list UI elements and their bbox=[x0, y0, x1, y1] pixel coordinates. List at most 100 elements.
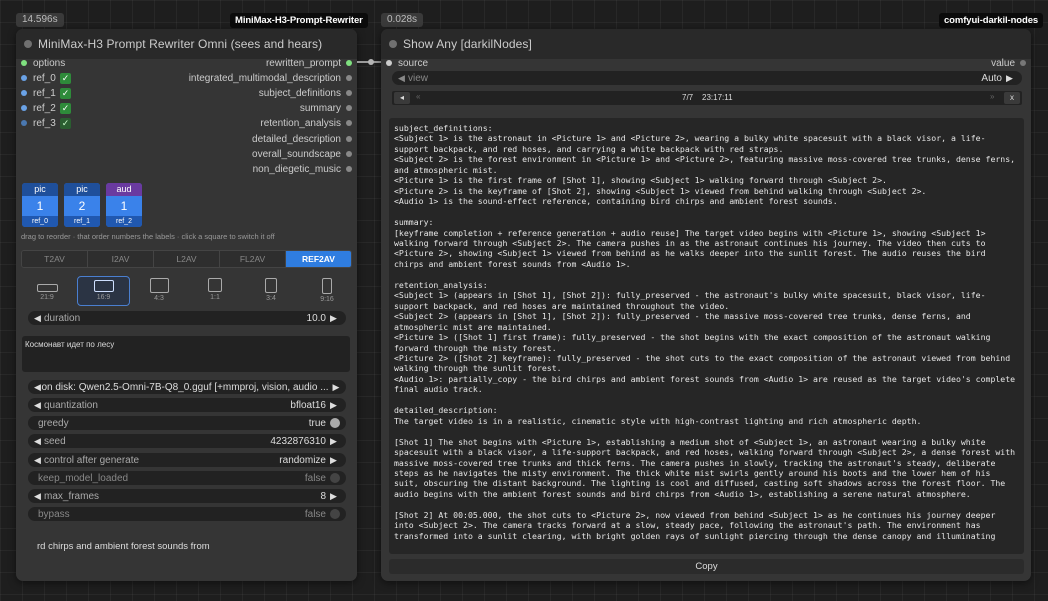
aspect-shape-icon bbox=[36, 284, 58, 292]
output-retention-analysis[interactable]: retention_analysis bbox=[260, 116, 352, 130]
input-socket-icon[interactable] bbox=[21, 105, 27, 111]
enable-checkbox[interactable]: ✓ bbox=[60, 102, 71, 114]
last-page-button[interactable]: » bbox=[990, 92, 994, 101]
input-ref-2[interactable]: ref_2 ✓ bbox=[21, 101, 71, 115]
increment-arrow-icon[interactable]: ▶ bbox=[330, 436, 340, 447]
ref-tile-pic-1[interactable]: pic 1 ref_0 bbox=[22, 183, 58, 227]
decrement-arrow-icon[interactable]: ◀ bbox=[34, 491, 44, 502]
collapse-dot-icon[interactable] bbox=[24, 40, 32, 48]
output-socket-icon[interactable] bbox=[346, 151, 352, 157]
text-preview-panel[interactable]: subject_definitions: <Subject 1> is the … bbox=[389, 118, 1024, 554]
view-mode-select[interactable]: ◀ view Auto ▶ bbox=[392, 71, 1022, 85]
output-rewritten-prompt[interactable]: rewritten_prompt bbox=[266, 56, 352, 70]
output-overall-soundscape[interactable]: overall_soundscape bbox=[252, 147, 352, 161]
max-frames-widget[interactable]: ◀ max_frames 8 ▶ bbox=[28, 489, 346, 503]
next-arrow-icon[interactable]: ▶ bbox=[1006, 73, 1016, 84]
control-after-generate-select[interactable]: ◀ control after generate randomize ▶ bbox=[28, 453, 346, 467]
tab-fl2av[interactable]: FL2AV bbox=[220, 251, 286, 267]
input-socket-icon[interactable] bbox=[21, 90, 27, 96]
seed-widget[interactable]: ◀ seed 4232876310 ▶ bbox=[28, 434, 346, 448]
aspect-label: 21:9 bbox=[40, 294, 54, 301]
output-socket-icon[interactable] bbox=[1020, 60, 1026, 66]
input-socket-icon[interactable] bbox=[21, 120, 27, 126]
bypass-toggle[interactable]: bypass false bbox=[28, 507, 346, 521]
output-socket-icon[interactable] bbox=[346, 105, 352, 111]
toggle-knob-icon[interactable] bbox=[330, 509, 340, 519]
output-non-diegetic-music[interactable]: non_diegetic_music bbox=[253, 162, 352, 176]
output-socket-icon[interactable] bbox=[346, 60, 352, 66]
tab-l2av[interactable]: L2AV bbox=[154, 251, 220, 267]
output-subject-definitions[interactable]: subject_definitions bbox=[259, 86, 352, 100]
aspect-9-16[interactable]: 9:16 bbox=[302, 276, 352, 306]
widget-label: max_frames bbox=[44, 490, 100, 502]
aspect-21-9[interactable]: 21:9 bbox=[22, 276, 72, 306]
output-socket-icon[interactable] bbox=[346, 166, 352, 172]
tab-t2av[interactable]: T2AV bbox=[22, 251, 88, 267]
collapse-dot-icon[interactable] bbox=[389, 40, 397, 48]
enable-checkbox[interactable]: ✓ bbox=[60, 117, 71, 129]
enable-checkbox[interactable]: ✓ bbox=[60, 72, 71, 84]
decrement-arrow-icon[interactable]: ◀ bbox=[34, 436, 44, 447]
widget-value[interactable]: 10.0 bbox=[307, 313, 330, 324]
widget-value[interactable]: Auto bbox=[981, 73, 1006, 84]
output-socket-icon[interactable] bbox=[346, 120, 352, 126]
input-socket-icon[interactable] bbox=[386, 60, 392, 66]
output-preview-snippet: rd chirps and ambient forest sounds from bbox=[37, 541, 210, 552]
node-source-badge-right: comfyui-darkil-nodes bbox=[939, 13, 1044, 28]
increment-arrow-icon[interactable]: ▶ bbox=[330, 313, 340, 324]
next-arrow-icon[interactable]: ▶ bbox=[330, 400, 340, 411]
tab-ref2av[interactable]: REF2AV bbox=[286, 251, 351, 267]
ref-tile-aud-1[interactable]: aud 1 ref_2 bbox=[106, 183, 142, 227]
widget-value[interactable]: 4232876310 bbox=[270, 436, 330, 447]
first-page-button[interactable]: « bbox=[416, 92, 420, 101]
toggle-knob-icon[interactable] bbox=[330, 418, 340, 428]
aspect-4-3[interactable]: 4:3 bbox=[134, 276, 184, 306]
output-socket-icon[interactable] bbox=[346, 136, 352, 142]
increment-arrow-icon[interactable]: ▶ bbox=[330, 491, 340, 502]
enable-checkbox[interactable]: ✓ bbox=[60, 87, 71, 99]
output-detailed-description[interactable]: detailed_description bbox=[252, 132, 352, 146]
keep-model-loaded-toggle[interactable]: keep_model_loaded false bbox=[28, 471, 346, 485]
output-socket-icon[interactable] bbox=[346, 75, 352, 81]
input-ref-1[interactable]: ref_1 ✓ bbox=[21, 86, 71, 100]
input-ref-0[interactable]: ref_0 ✓ bbox=[21, 71, 71, 85]
widget-value[interactable]: randomize bbox=[279, 455, 330, 466]
input-label: ref_2 bbox=[33, 102, 56, 114]
prev-page-button[interactable]: ◂ bbox=[394, 92, 410, 104]
input-socket-icon[interactable] bbox=[21, 60, 27, 66]
model-select[interactable]: ◀ on disk: Qwen2.5-Omni-7B-Q8_0.gguf [+m… bbox=[28, 380, 346, 394]
aspect-1-1[interactable]: 1:1 bbox=[190, 276, 240, 306]
input-ref-3[interactable]: ref_3 ✓ bbox=[21, 116, 71, 130]
output-value[interactable]: value bbox=[991, 56, 1026, 70]
prev-arrow-icon[interactable]: ◀ bbox=[398, 73, 408, 84]
input-source[interactable]: source bbox=[386, 56, 428, 70]
duration-widget[interactable]: ◀ duration 10.0 ▶ bbox=[28, 311, 346, 325]
input-socket-icon[interactable] bbox=[21, 75, 27, 81]
mode-tabs: T2AV I2AV L2AV FL2AV REF2AV bbox=[21, 250, 352, 268]
decrement-arrow-icon[interactable]: ◀ bbox=[34, 313, 44, 324]
output-integrated-multimodal-description[interactable]: integrated_multimodal_description bbox=[189, 71, 352, 85]
quantization-select[interactable]: ◀ quantization bfloat16 ▶ bbox=[28, 398, 346, 412]
next-arrow-icon[interactable]: ▶ bbox=[333, 382, 340, 393]
widget-value[interactable]: 8 bbox=[320, 491, 330, 502]
aspect-shape-icon bbox=[322, 278, 332, 294]
node-title-bar[interactable]: MiniMax-H3 Prompt Rewriter Omni (sees an… bbox=[16, 29, 357, 59]
prev-arrow-icon[interactable]: ◀ bbox=[34, 400, 44, 411]
aspect-16-9[interactable]: 16:9 bbox=[77, 276, 130, 306]
next-arrow-icon[interactable]: ▶ bbox=[330, 455, 340, 466]
node-title-bar[interactable]: Show Any [darkilNodes] bbox=[381, 29, 1031, 59]
input-options[interactable]: options bbox=[21, 56, 65, 70]
close-history-button[interactable]: x bbox=[1004, 92, 1020, 104]
widget-value[interactable]: bfloat16 bbox=[290, 400, 330, 411]
prev-arrow-icon[interactable]: ◀ bbox=[34, 382, 41, 393]
aspect-3-4[interactable]: 3:4 bbox=[246, 276, 296, 306]
greedy-toggle[interactable]: greedy true bbox=[28, 416, 346, 430]
copy-button[interactable]: Copy bbox=[389, 559, 1024, 574]
output-socket-icon[interactable] bbox=[346, 90, 352, 96]
toggle-knob-icon[interactable] bbox=[330, 473, 340, 483]
prev-arrow-icon[interactable]: ◀ bbox=[34, 455, 44, 466]
output-summary[interactable]: summary bbox=[300, 101, 352, 115]
prompt-textarea[interactable]: Космонавт идет по лесу bbox=[22, 336, 350, 372]
ref-tile-pic-2[interactable]: pic 2 ref_1 bbox=[64, 183, 100, 227]
tab-i2av[interactable]: I2AV bbox=[88, 251, 154, 267]
